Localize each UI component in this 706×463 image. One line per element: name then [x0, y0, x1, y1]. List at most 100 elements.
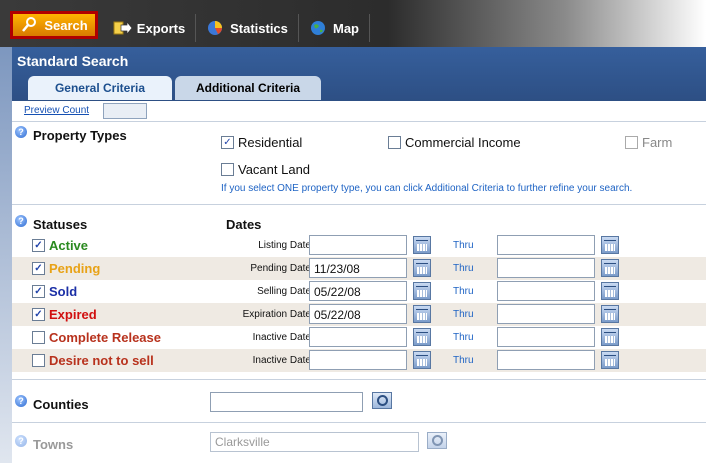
- status-name: Sold: [49, 284, 78, 299]
- farm-label: Farm: [642, 135, 673, 150]
- date-label: Selling Date: [257, 286, 311, 297]
- property-types-label: Property Types: [33, 128, 127, 143]
- tab-additional-criteria[interactable]: Additional Criteria: [175, 76, 321, 100]
- vacant-land-label: Vacant Land: [238, 162, 311, 177]
- towns-lookup-icon[interactable]: [427, 432, 447, 449]
- date-to-input[interactable]: [497, 304, 595, 324]
- tab-general-criteria[interactable]: General Criteria: [28, 76, 172, 100]
- map-button[interactable]: Map: [299, 14, 370, 42]
- date-label: Expiration Date: [242, 309, 311, 320]
- status-option[interactable]: Pending: [32, 261, 100, 276]
- calendar-icon[interactable]: [601, 259, 619, 277]
- commercial-income-option[interactable]: Commercial Income: [388, 135, 521, 150]
- date-to-input[interactable]: [497, 281, 595, 301]
- date-from-input[interactable]: 05/22/08: [309, 281, 407, 301]
- status-row: Desire not to sell Inactive Date Thru: [12, 349, 706, 372]
- date-from-input[interactable]: [309, 235, 407, 255]
- status-option[interactable]: Expired: [32, 307, 97, 322]
- thru-label: Thru: [453, 309, 474, 320]
- calendar-icon[interactable]: [413, 259, 431, 277]
- section-divider: [12, 204, 706, 205]
- calendar-icon[interactable]: [413, 351, 431, 369]
- exports-button-label: Exports: [136, 20, 186, 36]
- top-toolbar: Search Exports Statistics Map: [0, 0, 706, 47]
- section-divider: [12, 379, 706, 380]
- help-icon[interactable]: ?: [15, 215, 27, 227]
- date-from-input[interactable]: 11/23/08: [309, 258, 407, 278]
- preview-count-bar: Preview Count: [12, 101, 706, 122]
- preview-count-link[interactable]: Preview Count: [24, 105, 89, 116]
- status-row: Complete Release Inactive Date Thru: [12, 326, 706, 349]
- status-option[interactable]: Desire not to sell: [32, 353, 154, 368]
- help-icon[interactable]: ?: [15, 435, 27, 447]
- commercial-income-label: Commercial Income: [405, 135, 521, 150]
- status-name: Active: [49, 238, 89, 253]
- counties-lookup-icon[interactable]: [372, 392, 392, 409]
- residential-label: Residential: [238, 135, 303, 150]
- farm-option[interactable]: Farm: [625, 135, 672, 150]
- status-checkbox[interactable]: [32, 308, 45, 321]
- status-option[interactable]: Complete Release: [32, 330, 161, 345]
- vacant-land-option[interactable]: Vacant Land: [221, 162, 310, 177]
- calendar-icon[interactable]: [413, 328, 431, 346]
- status-option[interactable]: Active: [32, 238, 88, 253]
- statuses-label: Statuses: [33, 217, 88, 232]
- calendar-icon[interactable]: [413, 305, 431, 323]
- calendar-icon[interactable]: [601, 328, 619, 346]
- thru-label: Thru: [453, 240, 474, 251]
- date-label: Inactive Date: [252, 332, 311, 343]
- residential-option[interactable]: Residential: [221, 135, 302, 150]
- statistics-button-label: Statistics: [230, 20, 288, 36]
- commercial-income-checkbox[interactable]: [388, 136, 401, 149]
- date-to-input[interactable]: [497, 327, 595, 347]
- magnifier-icon: [20, 16, 38, 34]
- status-row: Pending Pending Date11/23/08 Thru: [12, 257, 706, 280]
- vacant-land-checkbox[interactable]: [221, 163, 234, 176]
- help-icon[interactable]: ?: [15, 126, 27, 138]
- date-label: Listing Date: [258, 240, 311, 251]
- status-row: Sold Selling Date05/22/08 Thru: [12, 280, 706, 303]
- globe-icon: [309, 19, 327, 37]
- date-to-input[interactable]: [497, 235, 595, 255]
- preview-count-box: [103, 103, 147, 119]
- status-name: Pending: [49, 261, 101, 276]
- pie-chart-icon: [206, 19, 224, 37]
- page-title: Standard Search: [17, 53, 129, 69]
- thru-label: Thru: [453, 332, 474, 343]
- status-checkbox[interactable]: [32, 262, 45, 275]
- calendar-icon[interactable]: [601, 351, 619, 369]
- search-button[interactable]: Search: [10, 11, 98, 39]
- status-checkbox[interactable]: [32, 285, 45, 298]
- exports-button[interactable]: Exports: [103, 14, 196, 42]
- towns-input[interactable]: [210, 432, 419, 452]
- date-from-input[interactable]: 05/22/08: [309, 304, 407, 324]
- calendar-icon[interactable]: [413, 236, 431, 254]
- counties-label: Counties: [33, 397, 89, 412]
- thru-label: Thru: [453, 263, 474, 274]
- calendar-icon[interactable]: [601, 305, 619, 323]
- date-from-input[interactable]: [309, 327, 407, 347]
- status-name: Complete Release: [49, 330, 161, 345]
- dates-label: Dates: [226, 217, 262, 232]
- help-icon[interactable]: ?: [15, 395, 27, 407]
- farm-checkbox[interactable]: [625, 136, 638, 149]
- date-from-input[interactable]: [309, 350, 407, 370]
- thru-label: Thru: [453, 286, 474, 297]
- date-to-input[interactable]: [497, 350, 595, 370]
- left-frame-border: [0, 47, 12, 463]
- date-to-input[interactable]: [497, 258, 595, 278]
- thru-label: Thru: [453, 355, 474, 366]
- status-checkbox[interactable]: [32, 239, 45, 252]
- date-label: Inactive Date: [252, 355, 311, 366]
- counties-input[interactable]: [210, 392, 363, 412]
- search-button-label: Search: [44, 17, 88, 33]
- calendar-icon[interactable]: [413, 282, 431, 300]
- calendar-icon[interactable]: [601, 236, 619, 254]
- statistics-button[interactable]: Statistics: [196, 14, 299, 42]
- status-row: Active Listing Date Thru: [12, 234, 706, 257]
- residential-checkbox[interactable]: [221, 136, 234, 149]
- status-option[interactable]: Sold: [32, 284, 77, 299]
- calendar-icon[interactable]: [601, 282, 619, 300]
- status-checkbox[interactable]: [32, 331, 45, 344]
- status-checkbox[interactable]: [32, 354, 45, 367]
